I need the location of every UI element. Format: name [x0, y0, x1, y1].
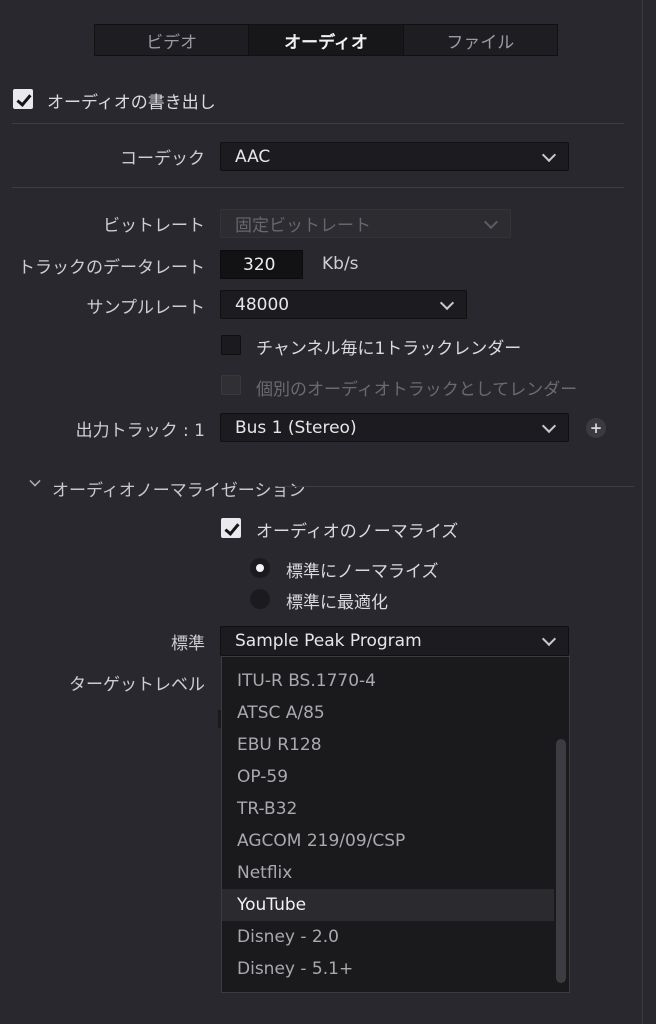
collapse-chevron-icon[interactable] [29, 475, 41, 487]
dropdown-option[interactable]: EBU R128 [222, 729, 554, 761]
dropdown-option[interactable]: OP-59 [222, 761, 554, 793]
sample-rate-label: サンプルレート [86, 298, 206, 318]
chevron-down-icon [541, 631, 557, 647]
tab-bar: ビデオ オーディオ ファイル [94, 24, 558, 56]
plus-icon: + [589, 419, 603, 437]
sample-rate-value: 48000 [235, 294, 290, 315]
optimize-to-standard-label: 標準に最適化 [286, 593, 388, 613]
dropdown-option[interactable]: Disney - 5.1+ [222, 953, 554, 985]
output-track-value: Bus 1 (Stereo) [235, 417, 357, 438]
tab-file[interactable]: ファイル [404, 25, 557, 55]
divider [12, 187, 624, 188]
standard-dropdown-list: ITU-R BS.1770-4 ATSC A/85 EBU R128 OP-59… [221, 656, 570, 993]
dropdown-option[interactable]: ITU-R BS.1770-4 [222, 665, 554, 697]
tab-audio[interactable]: オーディオ [249, 25, 404, 55]
render-one-track-checkbox[interactable] [221, 335, 241, 355]
normalize-to-standard-label: 標準にノーマライズ [286, 562, 439, 582]
add-track-button[interactable]: + [586, 418, 606, 438]
export-audio-checkbox[interactable] [13, 89, 33, 109]
codec-select[interactable]: AAC [220, 142, 569, 171]
standard-select[interactable]: Sample Peak Program [220, 626, 569, 656]
dropdown-option[interactable]: Disney - 2.0 [222, 921, 554, 953]
panel-right-border [642, 0, 643, 1024]
dropdown-option[interactable]: Netflix [222, 857, 554, 889]
track-data-rate-label: トラックのデータレート [18, 258, 205, 278]
chevron-down-icon [541, 147, 557, 162]
section-divider [278, 486, 634, 487]
normalization-section-label[interactable]: オーディオノーマライゼーション [52, 476, 305, 501]
track-data-rate-input[interactable]: 320 [220, 250, 303, 279]
output-track-label: 出力トラック : 1 [75, 421, 205, 441]
track-data-rate-unit: Kb/s [322, 254, 359, 274]
sample-rate-select[interactable]: 48000 [220, 290, 467, 319]
chevron-down-icon [541, 418, 557, 433]
dropdown-option[interactable]: TR-B32 [222, 793, 554, 825]
normalize-label: オーディオのノーマライズ [256, 522, 459, 542]
optimize-to-standard-radio[interactable] [250, 589, 270, 609]
dropdown-option-highlighted[interactable]: YouTube [222, 889, 554, 921]
dropdown-option[interactable]: AGCOM 219/09/CSP [222, 825, 554, 857]
normalize-checkbox[interactable] [221, 518, 241, 538]
tab-video[interactable]: ビデオ [95, 25, 250, 55]
standard-value: Sample Peak Program [235, 631, 422, 651]
dropdown-option[interactable]: ATSC A/85 [222, 697, 554, 729]
bitrate-value: 固定ビットレート [235, 216, 371, 236]
chevron-down-icon [483, 214, 499, 229]
normalize-to-standard-radio[interactable] [250, 558, 270, 578]
dropdown-scrollbar[interactable] [556, 739, 566, 983]
codec-label: コーデック [120, 149, 205, 169]
chevron-down-icon [439, 295, 455, 310]
divider [12, 123, 624, 124]
target-level-label: ターゲットレベル [69, 675, 205, 695]
render-separate-checkbox[interactable] [221, 375, 241, 395]
render-separate-label: 個別のオーディオトラックとしてレンダー [256, 380, 578, 400]
export-audio-label: オーディオの書き出し [47, 93, 216, 113]
bitrate-label: ビットレート [103, 216, 205, 236]
codec-value: AAC [235, 146, 271, 167]
bitrate-select[interactable]: 固定ビットレート [220, 209, 511, 238]
standard-label: 標準 [171, 634, 205, 654]
output-track-select[interactable]: Bus 1 (Stereo) [220, 413, 569, 442]
render-one-track-label: チャンネル毎に1トラックレンダー [256, 339, 522, 359]
